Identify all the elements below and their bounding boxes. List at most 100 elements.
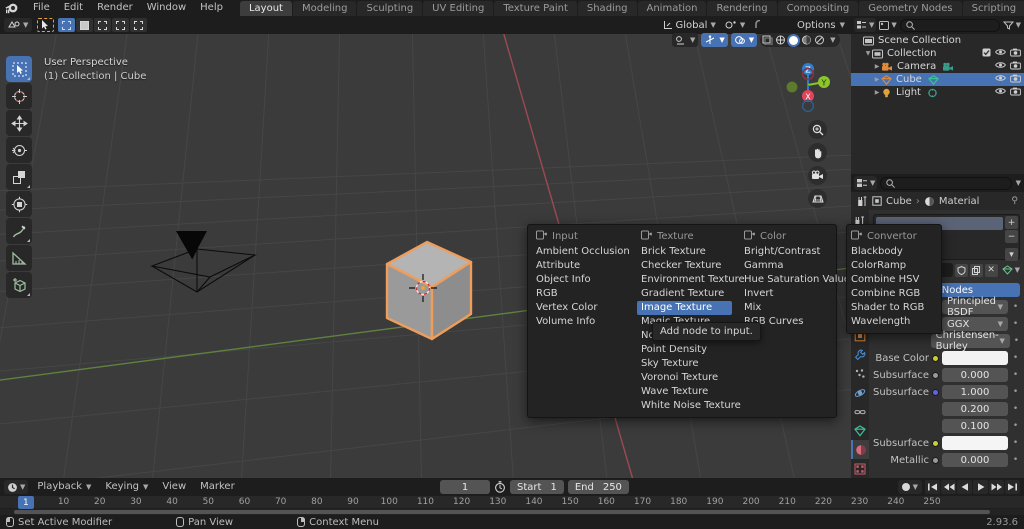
workspace-tab-sculpting[interactable]: Sculpting [357, 1, 422, 16]
jump-to-start-button[interactable] [925, 480, 940, 494]
node-menu-item-brick-texture[interactable]: Brick Texture [637, 245, 732, 259]
mesh-data-icon[interactable] [928, 75, 939, 85]
timeline-scrollbar[interactable] [14, 510, 990, 514]
properties-modifier-tab[interactable] [851, 345, 869, 364]
pan-hand-icon[interactable] [808, 143, 827, 162]
tool-move[interactable] [6, 110, 32, 136]
node-menu-item-object-info[interactable]: Object Info [532, 273, 629, 287]
node-menu-item-point-density[interactable]: Point Density [637, 343, 732, 357]
light-data-icon[interactable] [927, 88, 938, 98]
node-menu-item-colorramp[interactable]: ColorRamp [847, 259, 941, 273]
property-dropdown[interactable]: Christensen-Burley▼ [931, 334, 1010, 348]
outliner-row-cube[interactable]: ▶Cube [851, 73, 1024, 86]
tool-cursor[interactable] [6, 83, 32, 109]
disclosure-triangle-icon[interactable]: ▶ [873, 63, 881, 70]
toggle-perspective-icon[interactable] [808, 189, 827, 208]
node-menu-item-wave-texture[interactable]: Wave Texture [637, 385, 732, 399]
node-menu-item-blackbody[interactable]: Blackbody [847, 245, 941, 259]
workspace-tab-modeling[interactable]: Modeling [293, 1, 357, 16]
animate-property-dot[interactable]: • [1011, 438, 1020, 448]
viewport-options-label[interactable]: Options [797, 20, 836, 31]
previous-keyframe-button[interactable] [941, 480, 956, 494]
remove-material-slot-button[interactable]: − [1005, 230, 1018, 243]
menu-edit[interactable]: Edit [57, 1, 90, 15]
property-value-field[interactable]: 0.000 [942, 453, 1008, 467]
outliner-search-input[interactable] [900, 19, 1000, 32]
jump-to-end-button[interactable] [1005, 480, 1020, 494]
node-menu-item-attribute[interactable]: Attribute [532, 259, 629, 273]
play-reverse-button[interactable] [957, 480, 972, 494]
menu-file[interactable]: File [26, 1, 57, 15]
render-camera-icon[interactable] [1010, 87, 1021, 99]
timeline-menu-playback[interactable]: Playback▼ [30, 480, 98, 494]
material-preview-button[interactable] [800, 34, 813, 47]
overlays-toggle[interactable]: ▼ [731, 33, 757, 47]
outliner-id-filter[interactable]: ▼ [879, 18, 896, 32]
node-menu-item-gradient-texture[interactable]: Gradient Texture [637, 287, 732, 301]
disclosure-triangle-icon[interactable]: ▶ [873, 89, 881, 96]
stopwatch-icon[interactable] [494, 481, 506, 493]
node-menu-item-sky-texture[interactable]: Sky Texture [637, 357, 732, 371]
node-menu-item-wavelength[interactable]: Wavelength [847, 315, 941, 329]
blender-logo-icon[interactable] [4, 1, 20, 15]
tool-transform[interactable] [6, 191, 32, 217]
node-menu-item-checker-texture[interactable]: Checker Texture [637, 259, 732, 273]
animate-property-dot[interactable]: • [1013, 336, 1020, 346]
unlink-material-button[interactable]: ✕ [985, 264, 998, 277]
disclosure-triangle-icon[interactable]: ▼ [864, 50, 872, 57]
menu-help[interactable]: Help [193, 1, 230, 15]
add-node-menu-convertor-column[interactable]: ConvertorBlackbodyColorRampCombine HSVCo… [846, 224, 942, 334]
tool-measure[interactable] [6, 245, 32, 271]
timeline-editor-type-selector[interactable]: ▼ [4, 480, 28, 494]
material-slot-specials-menu[interactable]: ▾ [1005, 248, 1018, 261]
property-value-field[interactable]: 0.100 [942, 419, 1008, 433]
workspace-tab-animation[interactable]: Animation [638, 1, 707, 16]
node-menu-item-gamma[interactable]: Gamma [740, 259, 832, 273]
visibility-eye-icon[interactable] [995, 48, 1006, 59]
visibility-eye-icon[interactable] [995, 61, 1006, 72]
select-subtract-button[interactable] [94, 18, 111, 32]
timeline-ruler[interactable]: 1020304050607080901001101201301401501601… [0, 496, 1024, 509]
workspace-tab-layout[interactable]: Layout [240, 1, 292, 16]
timeline-playhead[interactable]: 1 [18, 496, 34, 509]
outliner-row-light[interactable]: ▶Light [851, 86, 1024, 99]
visibility-eye-icon[interactable] [995, 87, 1006, 98]
breadcrumb-object-label[interactable]: Cube [886, 196, 912, 207]
frame-end-field[interactable]: End 250 [568, 480, 629, 494]
outliner-row-collection[interactable]: ▼Collection [851, 47, 1024, 60]
workspace-tab-uv-editing[interactable]: UV Editing [423, 1, 493, 16]
xray-toggle[interactable] [761, 34, 774, 47]
material-data-selector[interactable]: ▼ [1002, 265, 1020, 275]
workspace-tab-shading[interactable]: Shading [578, 1, 637, 16]
node-menu-item-rgb[interactable]: RGB [532, 287, 629, 301]
animate-property-dot[interactable]: • [1011, 404, 1020, 414]
play-button[interactable] [973, 480, 988, 494]
node-menu-item-combine-hsv[interactable]: Combine HSV [847, 273, 941, 287]
property-value-field[interactable]: 0.000 [942, 368, 1008, 382]
node-menu-item-ambient-occlusion[interactable]: Ambient Occlusion [532, 245, 629, 259]
solid-shading-button[interactable] [787, 34, 800, 47]
navigation-gizmo[interactable]: Z Y X [779, 56, 837, 114]
node-menu-item-invert[interactable]: Invert [740, 287, 832, 301]
gizmo-toggle[interactable]: ▼ [701, 33, 727, 47]
animate-property-dot[interactable]: • [1011, 302, 1020, 312]
tool-scale[interactable] [6, 164, 32, 190]
tool-annotate[interactable] [6, 218, 32, 244]
timeline-menu-keying[interactable]: Keying▼ [98, 480, 155, 494]
outliner-display-mode-selector[interactable]: ▼ [854, 18, 876, 32]
property-value-field[interactable]: 0.200 [942, 402, 1008, 416]
animate-property-dot[interactable]: • [1011, 421, 1020, 431]
add-node-menu[interactable]: InputAmbient OcclusionAttributeObject In… [527, 224, 837, 418]
node-menu-item-hue-saturation-value[interactable]: Hue Saturation Value [740, 273, 832, 287]
outliner-filter-button[interactable]: ▼ [1003, 21, 1021, 30]
camera-wireframe[interactable] [140, 219, 340, 339]
camera-data-icon[interactable] [942, 62, 954, 72]
breadcrumb-material-label[interactable]: Material [939, 196, 980, 207]
collection-checkbox[interactable] [982, 48, 991, 60]
transform-orientation-selector[interactable]: Global ▼ [660, 18, 719, 32]
node-menu-item-voronoi-texture[interactable]: Voronoi Texture [637, 371, 732, 385]
visibility-eye-icon[interactable] [995, 74, 1006, 85]
properties-search-input[interactable] [880, 177, 1011, 190]
properties-texture-tab[interactable] [851, 459, 869, 478]
new-material-button[interactable] [970, 264, 983, 277]
